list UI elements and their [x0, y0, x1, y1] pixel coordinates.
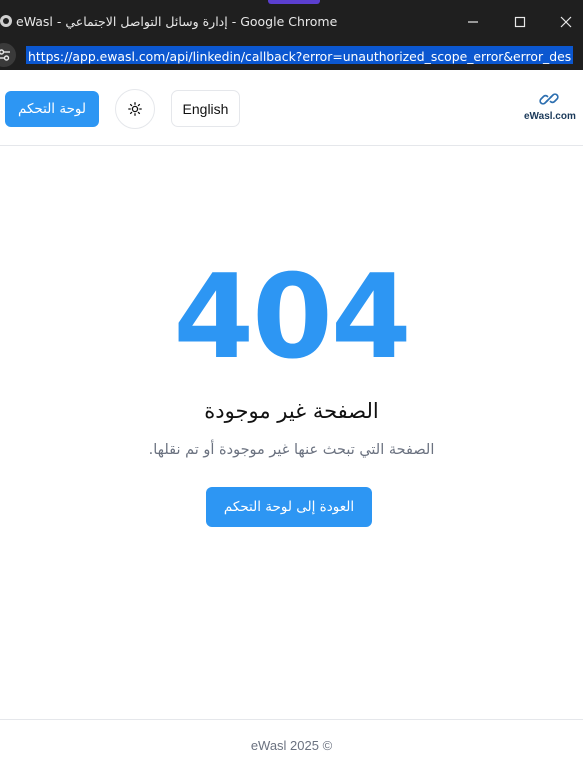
url-field[interactable]: https://app.ewasl.com/api/linkedin/callb… — [26, 46, 574, 64]
dashboard-button[interactable]: لوحة التحكم — [5, 91, 99, 127]
maximize-icon — [514, 16, 526, 28]
close-icon — [560, 16, 572, 28]
footer: eWasl 2025 © — [0, 719, 583, 767]
page-content: لوحة التحكم English eWasl.com 404 الصفحة… — [0, 73, 583, 767]
browser-title-bar: eWasl - إدارة وسائل التواصل الاجتماعي - … — [0, 0, 583, 45]
tab-accent — [268, 0, 320, 4]
minimize-button[interactable] — [455, 8, 491, 36]
theme-toggle-button[interactable] — [115, 89, 155, 129]
url-text: https://app.ewasl.com/api/linkedin/callb… — [28, 49, 572, 64]
site-settings-button[interactable] — [0, 43, 16, 67]
maximize-button[interactable] — [502, 8, 538, 36]
error-title: الصفحة غير موجودة — [204, 399, 379, 423]
tune-icon — [0, 49, 10, 61]
error-description: الصفحة التي تبحث عنها غير موجودة أو تم ن… — [148, 442, 435, 458]
language-button[interactable]: English — [171, 90, 240, 127]
favicon-icon — [0, 15, 12, 27]
close-button[interactable] — [548, 8, 583, 36]
copyright-text: eWasl 2025 © — [250, 738, 333, 753]
logo[interactable]: eWasl.com — [524, 89, 576, 129]
error-code: 404 — [173, 250, 411, 385]
sun-icon — [128, 102, 142, 116]
window-title: eWasl - إدارة وسائل التواصل الاجتماعي - … — [16, 14, 338, 29]
address-bar: https://app.ewasl.com/api/linkedin/callb… — [0, 40, 583, 70]
minimize-icon — [468, 21, 478, 23]
back-to-dashboard-button[interactable]: العودة إلى لوحة التحكم — [206, 487, 372, 527]
logo-text: eWasl.com — [524, 111, 576, 122]
link-icon — [539, 93, 559, 105]
app-header: لوحة التحكم English eWasl.com — [0, 73, 583, 146]
